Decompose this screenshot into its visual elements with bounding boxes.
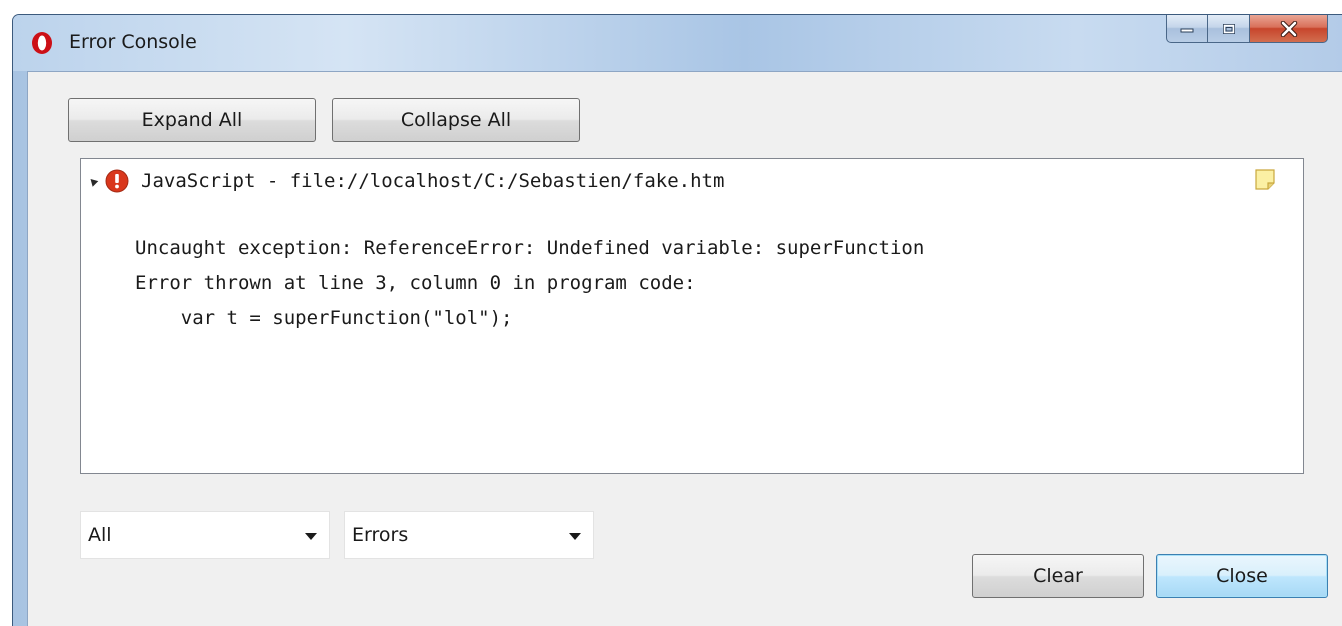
maximize-button[interactable] [1208, 15, 1250, 43]
caption-buttons [1166, 15, 1328, 43]
dropdown-arrow-icon [305, 533, 317, 540]
clear-button[interactable]: Clear [972, 554, 1144, 598]
console-entry-source: JavaScript - file://localhost/C:/Sebasti… [141, 170, 725, 192]
console-message-line: Uncaught exception: ReferenceError: Unde… [135, 237, 925, 259]
sticky-note-icon[interactable] [1253, 167, 1277, 191]
severity-filter-select[interactable]: Errors [344, 511, 594, 559]
dropdown-arrow-icon [569, 533, 581, 540]
title-bar[interactable]: Error Console [13, 15, 1342, 71]
minimize-button[interactable] [1166, 15, 1208, 43]
error-icon [105, 169, 129, 193]
close-window-button[interactable] [1250, 15, 1328, 43]
error-console-window: Error Console Expand All Collapse All Ja… [12, 14, 1342, 626]
source-filter-select[interactable]: All [80, 511, 330, 559]
minimize-icon [1180, 28, 1194, 32]
expand-all-button[interactable]: Expand All [68, 98, 316, 142]
opera-logo-icon [32, 32, 52, 54]
close-icon [1280, 20, 1297, 37]
expand-triangle-icon[interactable] [87, 175, 99, 187]
window-title: Error Console [69, 31, 197, 53]
console-entry-header[interactable]: JavaScript - file://localhost/C:/Sebasti… [87, 167, 724, 195]
console-message-line: Error thrown at line 3, column 0 in prog… [135, 272, 696, 294]
source-filter-value: All [88, 524, 112, 546]
close-button[interactable]: Close [1156, 554, 1328, 598]
dialog-client-area: Expand All Collapse All JavaScript - fil… [27, 71, 1342, 626]
console-code-line: var t = superFunction("lol"); [135, 307, 513, 329]
maximize-icon [1222, 23, 1235, 34]
console-log-panel[interactable]: JavaScript - file://localhost/C:/Sebasti… [80, 158, 1304, 474]
severity-filter-value: Errors [352, 524, 409, 546]
collapse-all-button[interactable]: Collapse All [332, 98, 580, 142]
